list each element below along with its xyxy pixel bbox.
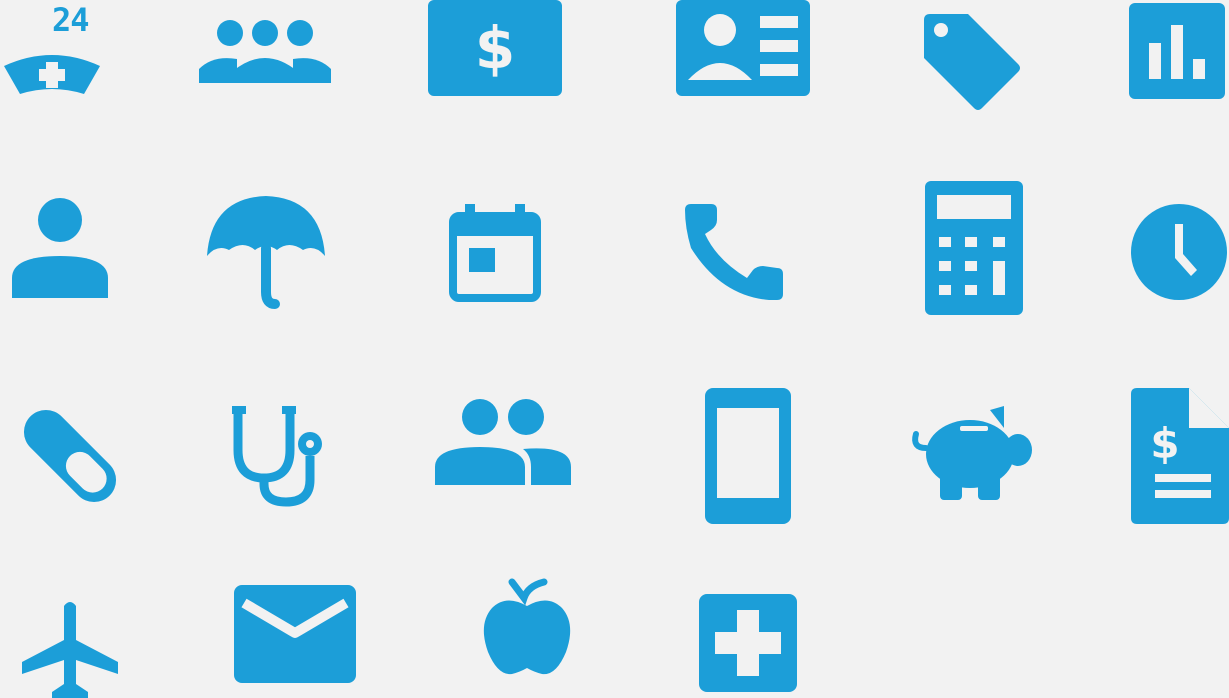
id-card-icon <box>676 0 810 96</box>
tablet-icon <box>705 388 791 524</box>
invoice-icon: $ <box>1131 388 1229 524</box>
price-tag-icon <box>920 10 1024 114</box>
invoice-dollar-symbol: $ <box>1150 419 1179 468</box>
stethoscope-icon <box>230 404 328 508</box>
apple-icon <box>482 578 572 678</box>
mail-icon <box>234 585 356 683</box>
umbrella-icon <box>205 192 327 312</box>
nurse-badge-text: 24 <box>52 1 90 39</box>
phone-icon <box>683 200 789 302</box>
person-icon <box>10 198 110 298</box>
clock-icon <box>1131 204 1227 300</box>
calendar-icon <box>449 202 541 302</box>
dollar-symbol: $ <box>475 14 515 82</box>
people-icon <box>435 397 571 487</box>
pill-icon <box>18 404 122 508</box>
group-icon <box>195 15 335 85</box>
airplane-icon <box>22 598 118 698</box>
bar-chart-icon <box>1129 3 1225 99</box>
calculator-icon <box>925 181 1023 315</box>
nurse-cap-24-icon: 24 <box>0 0 110 100</box>
piggy-bank-icon <box>912 404 1032 504</box>
dollar-bill-icon: $ <box>428 0 562 96</box>
medical-cross-icon <box>699 594 797 692</box>
